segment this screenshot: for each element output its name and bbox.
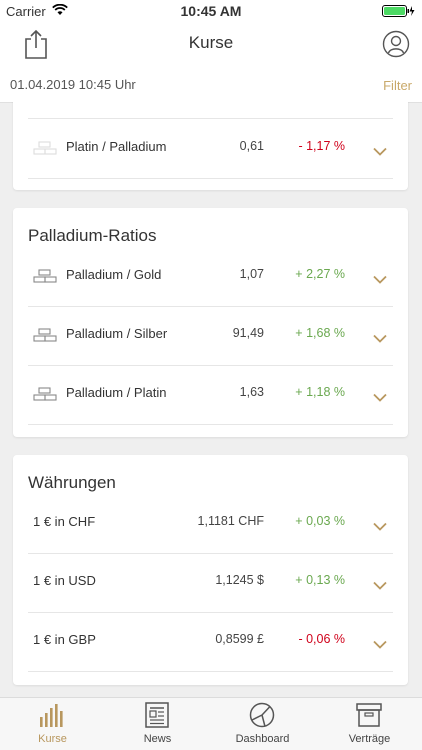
rate-change: + 0,13 % <box>295 573 345 587</box>
bars-icon <box>33 141 57 156</box>
profile-icon[interactable] <box>382 30 410 58</box>
section-title: Währungen <box>28 473 116 492</box>
archive-box-icon <box>355 701 383 729</box>
rate-change: - 1,17 % <box>298 139 345 153</box>
section-card: Währungen 1 € in CHF 1,1181 CHF + 0,03 %… <box>13 455 408 685</box>
rate-value: 0,8599 £ <box>215 632 264 646</box>
rate-row[interactable]: Palladium / Platin 1,63 + 1,18 % <box>28 365 393 425</box>
timestamp: 01.04.2019 10:45 Uhr <box>10 77 136 92</box>
chevron-down-icon[interactable] <box>373 330 387 343</box>
tab-dashboard[interactable]: Dashboard <box>210 698 315 750</box>
section-card: Platin / Palladium 0,61 - 1,17 % <box>13 102 408 190</box>
tab-label: Kurse <box>38 733 67 745</box>
newspaper-icon <box>143 701 171 729</box>
chart-bars-icon <box>38 701 66 729</box>
page-title: Kurse <box>188 33 234 52</box>
tab-news[interactable]: News <box>105 698 210 750</box>
chevron-down-icon[interactable] <box>373 518 387 531</box>
rate-change: + 1,68 % <box>295 326 345 340</box>
chevron-down-icon[interactable] <box>373 636 387 649</box>
rate-change: + 1,18 % <box>295 385 345 399</box>
bars-icon <box>33 328 57 343</box>
tab-label: Dashboard <box>235 733 290 745</box>
rate-row[interactable]: Platin / Palladium 0,61 - 1,17 % <box>28 118 393 179</box>
rates-list[interactable]: Platin / Palladium 0,61 - 1,17 % Palladi… <box>0 102 422 698</box>
rate-value: 1,1245 $ <box>215 573 264 587</box>
tab-label: News <box>143 733 172 745</box>
rate-row[interactable]: Palladium / Gold 1,07 + 2,27 % <box>28 247 393 307</box>
tab-kurse[interactable]: Kurse <box>0 698 105 750</box>
clock: 10:45 AM <box>180 3 242 19</box>
rate-value: 91,49 <box>232 326 264 340</box>
tab-vertraege[interactable]: Verträge <box>317 698 422 750</box>
rate-row[interactable]: 1 € in USD 1,1245 $ + 0,13 % <box>28 553 393 613</box>
rate-change: - 0,06 % <box>298 632 345 646</box>
tab-bar: Kurse News Dashboard Verträge <box>0 697 422 750</box>
rate-value: 1,63 <box>239 385 264 399</box>
rate-value: 0,61 <box>239 139 264 153</box>
rate-name: Platin / Palladium <box>66 139 167 154</box>
chevron-down-icon[interactable] <box>373 271 387 284</box>
section-card: Palladium-Ratios Palladium / Gold 1,07 +… <box>13 208 408 437</box>
chevron-down-icon[interactable] <box>373 389 387 402</box>
bars-icon <box>33 387 57 402</box>
pie-chart-icon <box>248 701 276 729</box>
chevron-down-icon[interactable] <box>373 577 387 590</box>
rate-row[interactable]: 1 € in CHF 1,1181 CHF + 0,03 % <box>28 494 393 554</box>
filter-button[interactable]: Filter <box>383 78 412 93</box>
rate-value: 1,07 <box>239 267 264 281</box>
rate-row[interactable]: Palladium / Silber 91,49 + 1,68 % <box>28 306 393 366</box>
rate-row[interactable]: 1 € in GBP 0,8599 £ - 0,06 % <box>28 612 393 672</box>
section-title: Palladium-Ratios <box>28 226 157 245</box>
date-filter-row: 01.04.2019 10:45 Uhr Filter <box>0 68 422 103</box>
battery-icon <box>382 5 416 20</box>
rate-value: 1,1181 CHF <box>197 514 264 528</box>
status-bar: Carrier 10:45 AM <box>0 0 422 22</box>
rate-name: Palladium / Gold <box>66 267 162 282</box>
navigation-bar: Kurse <box>0 22 422 68</box>
rate-name: Palladium / Platin <box>66 385 167 400</box>
bars-icon <box>33 269 57 284</box>
chevron-down-icon[interactable] <box>373 143 387 156</box>
rate-change: + 0,03 % <box>295 514 345 528</box>
rate-change: + 2,27 % <box>295 267 345 281</box>
rate-name: Palladium / Silber <box>66 326 168 341</box>
rate-name: 1 € in GBP <box>33 632 96 647</box>
rate-name: 1 € in CHF <box>33 514 96 529</box>
rate-name: 1 € in USD <box>33 573 96 588</box>
tab-label: Verträge <box>348 733 391 745</box>
